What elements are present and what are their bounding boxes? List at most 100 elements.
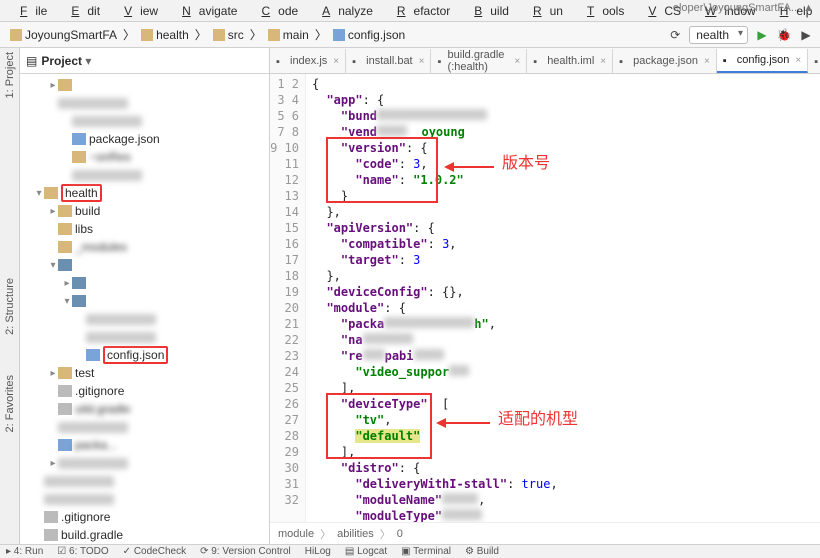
menu-tools[interactable]: Tools (571, 2, 632, 20)
status-item[interactable]: ✓ CodeCheck (123, 546, 186, 557)
coverage-button[interactable]: ▶ (798, 27, 814, 43)
tree-node[interactable] (20, 112, 269, 130)
tree-node[interactable]: package.json (20, 130, 269, 148)
menu-edit[interactable]: Edit (55, 2, 108, 20)
close-icon[interactable]: × (514, 56, 520, 67)
tree-node[interactable]: ▾ (20, 256, 269, 274)
file-icon (58, 223, 72, 235)
menu-refactor[interactable]: Refactor (381, 2, 458, 20)
tree-node[interactable]: ▸build (20, 202, 269, 220)
breadcrumb-item[interactable]: config.json (329, 27, 409, 43)
tree-node[interactable]: ▸ (20, 274, 269, 292)
editor-tab[interactable]: ▪install.bat× (346, 49, 431, 73)
tree-node[interactable]: _modules (20, 238, 269, 256)
menu-view[interactable]: View (108, 2, 166, 20)
editor-tab[interactable]: ▪health.iml× (527, 49, 613, 73)
file-icon (72, 295, 86, 307)
file-icon (44, 529, 58, 541)
menu-file[interactable]: File (4, 2, 55, 20)
run-button[interactable]: ▶ (754, 27, 770, 43)
tree-node[interactable]: ▾health (20, 184, 269, 202)
file-icon (44, 511, 58, 523)
status-item[interactable]: ⚙ Build (465, 546, 499, 557)
menu-analyze[interactable]: Analyze (306, 2, 381, 20)
tree-node[interactable]: uild.gradle (20, 400, 269, 418)
tree-node[interactable]: ▸ (20, 454, 269, 472)
line-gutter: 1 2 3 4 5 6 7 8 9 10 11 12 13 14 15 16 1… (270, 74, 306, 522)
breadcrumb-item[interactable]: main (264, 27, 313, 43)
close-icon[interactable]: × (419, 56, 425, 67)
tree-node[interactable] (20, 490, 269, 508)
sync-icon[interactable]: ⟳ (667, 27, 683, 43)
file-icon (58, 259, 72, 271)
code-content[interactable]: { "app": { "bund "vend oyoung "version":… (306, 74, 820, 522)
editor-breadcrumb[interactable]: module〉abilities〉0 (270, 522, 820, 544)
file-icon (58, 367, 72, 379)
annotation-arrow-line (446, 422, 490, 424)
tree-node[interactable]: ~onRes (20, 148, 269, 166)
editor-crumb-item[interactable]: module (278, 528, 314, 540)
breadcrumb-item[interactable]: src (209, 27, 248, 43)
close-icon[interactable]: × (795, 55, 801, 66)
breadcrumb[interactable]: JoyoungSmartFA〉health〉src〉main〉config.js… (6, 26, 409, 43)
run-config-combo[interactable]: nealth (689, 26, 748, 44)
tree-node[interactable]: config.json (20, 346, 269, 364)
file-icon: ▪ (723, 55, 733, 65)
tree-node[interactable] (20, 94, 269, 112)
menu-code[interactable]: Code (245, 2, 306, 20)
debug-button[interactable]: 🐞 (776, 27, 792, 43)
status-item[interactable]: ▤ Logcat (345, 546, 387, 557)
editor-tabs: ▪index.js×▪install.bat×▪build.gradle (:h… (270, 48, 820, 74)
project-tree-header[interactable]: ▤ Project (20, 48, 269, 74)
close-icon[interactable]: × (704, 56, 710, 67)
file-icon (58, 385, 72, 397)
project-tree[interactable]: ▸ package.json~onRes ▾health▸buildlibs _mo… (20, 74, 269, 544)
menu-build[interactable]: Build (458, 2, 517, 20)
breadcrumb-item[interactable]: JoyoungSmartFA (6, 27, 121, 43)
status-item[interactable]: ⟳ 9: Version Control (200, 546, 291, 557)
editor-crumb-item[interactable]: abilities (337, 528, 374, 540)
editor-tab[interactable]: ▪config.json× (717, 49, 808, 73)
tree-node[interactable] (20, 166, 269, 184)
close-icon[interactable]: × (600, 56, 606, 67)
project-view-mode[interactable]: Project (41, 54, 91, 68)
project-tool-tab[interactable]: 1: Project (4, 52, 16, 98)
favorites-tool-tab[interactable]: 2: Favorites (4, 375, 16, 432)
file-icon (72, 133, 86, 145)
tree-node[interactable]: ▾ (20, 292, 269, 310)
folder-icon (333, 29, 345, 41)
tree-node[interactable] (20, 472, 269, 490)
status-item[interactable]: HiLog (305, 546, 331, 557)
status-item[interactable]: ☑ 6: TODO (57, 546, 108, 557)
tree-node[interactable]: ▸test (20, 364, 269, 382)
structure-tool-tab[interactable]: 2: Structure (4, 278, 16, 335)
editor-tab[interactable]: ▪index.js× (270, 49, 346, 73)
code-editor[interactable]: 1 2 3 4 5 6 7 8 9 10 11 12 13 14 15 16 1… (270, 74, 820, 522)
folder-icon: ▤ (26, 54, 37, 68)
tree-node[interactable] (20, 328, 269, 346)
editor-crumb-item[interactable]: 0 (397, 528, 403, 540)
tree-node[interactable]: .gitignore (20, 508, 269, 526)
project-tree-panel: ▤ Project ▸package.json~onRes▾health▸bui… (20, 48, 270, 544)
tree-node[interactable]: packa... (20, 436, 269, 454)
tree-node[interactable]: build.gradle (20, 526, 269, 544)
menu-navigate[interactable]: Navigate (166, 2, 245, 20)
file-icon (72, 151, 86, 163)
tree-node[interactable] (20, 310, 269, 328)
status-item[interactable]: ▸ 4: Run (6, 546, 43, 557)
file-icon (58, 205, 72, 217)
tree-node[interactable] (20, 418, 269, 436)
editor-tab[interactable]: ▪package.json× (613, 49, 717, 73)
editor-tab[interactable]: ▪.gitig× (808, 49, 820, 73)
tree-node[interactable]: libs (20, 220, 269, 238)
breadcrumb-item[interactable]: health (137, 27, 193, 43)
file-icon: ▪ (619, 56, 629, 66)
file-icon (86, 349, 100, 361)
close-icon[interactable]: × (333, 56, 339, 67)
menu-run[interactable]: Run (517, 2, 571, 20)
tree-node[interactable]: .gitignore (20, 382, 269, 400)
editor-tab[interactable]: ▪build.gradle (:health)× (431, 49, 527, 73)
tree-node[interactable]: ▸ (20, 76, 269, 94)
status-item[interactable]: ▣ Terminal (401, 546, 451, 557)
folder-icon (141, 29, 153, 41)
